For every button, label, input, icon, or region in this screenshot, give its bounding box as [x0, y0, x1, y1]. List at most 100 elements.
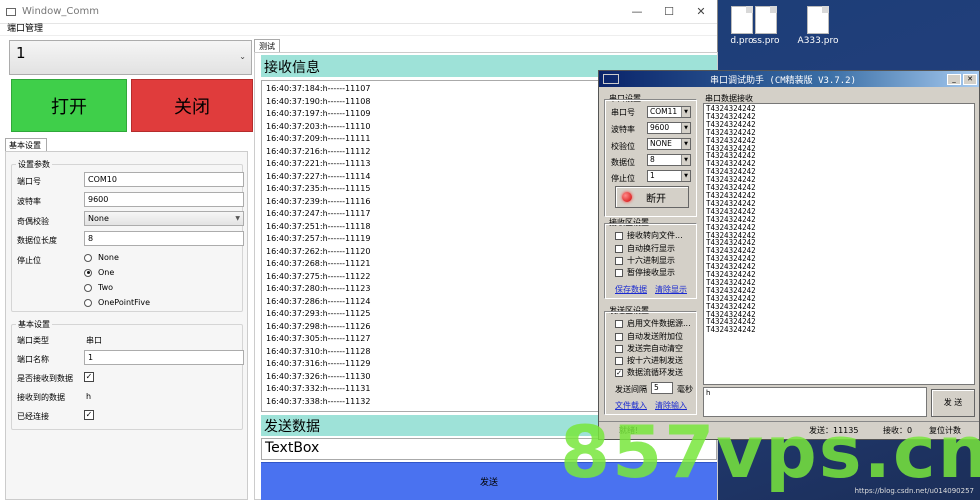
clear-display-link[interactable]: 清除显示 [655, 284, 687, 295]
stopbit-radio-one[interactable]: One [84, 268, 114, 277]
tx-option-checkbox[interactable]: 发送完自动清空 [615, 343, 683, 354]
close-icon[interactable]: ✕ [963, 73, 977, 85]
recvflag-label: 是否接收到数据 [17, 374, 73, 383]
checkbox-box [615, 244, 623, 253]
checkbox-label: 接收转向文件... [627, 231, 683, 240]
checkbox-box [615, 332, 623, 341]
disconnect-label: 断开 [646, 193, 666, 205]
stopbit-radio-onepointfive[interactable]: OnePointFive [84, 298, 150, 307]
stopbit-radio-two[interactable]: Two [84, 283, 113, 292]
params-group-title: 设置参数 [16, 159, 52, 170]
title-bar: Window_Comm — ☐ ✕ [0, 0, 717, 24]
port-select[interactable]: COM11 ▼ [647, 106, 691, 118]
tx-option-checkbox-loop[interactable]: ✓ 数据流循环发送 [615, 367, 683, 378]
stopbits-select[interactable]: 1 ▼ [647, 170, 691, 182]
databits-value: 8 [650, 155, 655, 164]
checkbox-label: 十六进制显示 [627, 256, 675, 265]
recvdata-value: h [86, 392, 92, 401]
close-button[interactable]: 关闭 [131, 79, 253, 132]
checkbox-box [615, 256, 623, 265]
assistant-receive-line: T4324324242 [706, 325, 756, 335]
menu-bar: 端口管理 [0, 24, 717, 36]
checkbox-label: 数据流循环发送 [627, 368, 683, 377]
desktop-file-label: A333.pro [797, 36, 839, 46]
parity-label: 奇偶校验 [17, 217, 49, 226]
assistant-receive-area[interactable]: T4324324242 T4324324242 T4324324242 T432432… [703, 103, 975, 385]
menu-port-management[interactable]: 端口管理 [7, 24, 43, 34]
parity-select[interactable]: NONE ▼ [647, 138, 691, 150]
parity-select[interactable]: None ▼ [84, 211, 244, 226]
dropdown-arrow-icon: ▼ [681, 123, 690, 133]
port-field[interactable]: COM10 [84, 172, 244, 187]
rx-option-checkbox[interactable]: 接收转向文件... [615, 230, 683, 241]
port-select[interactable]: 1 ⌄ [9, 40, 252, 75]
rx-option-checkbox[interactable]: 十六进制显示 [615, 255, 675, 266]
databits-field[interactable]: 8 [84, 231, 244, 246]
assistant-title-bar: 串口调试助手 (CM精装版 V3.7.2) _ ✕ [599, 71, 979, 87]
save-data-link[interactable]: 保存数据 [615, 284, 647, 295]
baud-value: 9600 [650, 123, 670, 132]
checkbox-box [615, 344, 623, 353]
desktop-file-icon[interactable]: ss.pro [736, 6, 796, 46]
checkbox-label: 暂停接收显示 [627, 268, 675, 277]
file-icon [755, 6, 777, 34]
radio-circle [84, 253, 92, 262]
parity-value: None [88, 214, 109, 223]
rx-settings-group: 接收转向文件... 自动换行显示 十六进制显示 暂停接收显示 保存数据 清除显示 [604, 223, 697, 299]
databits-label: 数据位 [611, 158, 635, 167]
close-window-button[interactable]: ✕ [685, 5, 717, 18]
chevron-down-icon: ▼ [235, 215, 240, 222]
checkbox-label: 按十六进制发送 [627, 356, 683, 365]
radio-circle [84, 298, 92, 307]
desktop-file-icon[interactable]: A333.pro [788, 6, 848, 46]
tx-settings-group: 启用文件数据源... 自动发送附加位 发送完自动清空 按十六进制发送 ✓ 数据流循… [604, 311, 697, 415]
maximize-button[interactable]: ☐ [653, 5, 685, 18]
connected-checkbox[interactable]: ✓ [84, 410, 94, 420]
rx-option-checkbox[interactable]: 暂停接收显示 [615, 267, 675, 278]
port-select-value: 1 [16, 44, 26, 62]
stopbits-value: 1 [650, 171, 655, 180]
open-button[interactable]: 打开 [11, 79, 127, 132]
checkbox-box [615, 319, 623, 328]
disconnect-button[interactable]: 断开 [615, 186, 689, 208]
radio-circle [84, 268, 92, 277]
minimize-icon[interactable]: _ [947, 73, 961, 85]
tx-option-checkbox[interactable]: 自动发送附加位 [615, 331, 683, 342]
interval-label: 发送间隔 [615, 385, 647, 394]
status-led-icon [622, 192, 632, 202]
stopbits-label: 停止位 [611, 174, 635, 183]
params-group: 设置参数 端口号 COM10 波特率 9600 奇偶校验 None ▼ 数据位长… [11, 159, 244, 312]
watermark-logo: 857vps.cn [560, 410, 980, 494]
dropdown-arrow-icon: ▼ [681, 155, 690, 165]
radio-label: OnePointFive [98, 298, 151, 307]
parity-value: NONE [650, 139, 672, 148]
portname-field[interactable]: 1 [84, 350, 244, 365]
tab-test[interactable]: 测试 [254, 39, 280, 53]
checkbox-label: 自动换行显示 [627, 244, 675, 253]
porttype-label: 端口类型 [17, 336, 49, 345]
port-label: 端口号 [17, 177, 41, 186]
rx-option-checkbox[interactable]: 自动换行显示 [615, 243, 675, 254]
minimize-button[interactable]: — [621, 5, 653, 18]
recvflag-checkbox[interactable]: ✓ [84, 372, 94, 382]
file-icon [807, 6, 829, 34]
checkbox-box: ✓ [615, 368, 623, 377]
tx-option-checkbox[interactable]: 按十六进制发送 [615, 355, 683, 366]
app-icon [603, 74, 619, 84]
tab-basic-settings[interactable]: 基本设置 [5, 138, 47, 152]
radio-label: One [98, 268, 115, 277]
interval-input[interactable]: 5 [651, 382, 673, 394]
checkbox-box [615, 356, 623, 365]
basic-group: 基本设置 端口类型 串口 端口名称 1 是否接收到数据 ✓ 接收到的数据 h 已… [11, 319, 244, 430]
assistant-title: 串口调试助手 (CM精装版 V3.7.2) [709, 75, 857, 86]
parity-label: 校验位 [611, 142, 635, 151]
basic-group-title: 基本设置 [16, 319, 52, 330]
tx-option-checkbox[interactable]: 启用文件数据源... [615, 318, 691, 329]
window-title: Window_Comm [22, 6, 100, 17]
baud-select[interactable]: 9600 ▼ [647, 122, 691, 134]
radio-label: None [98, 253, 119, 262]
baud-field[interactable]: 9600 [84, 192, 244, 207]
databits-select[interactable]: 8 ▼ [647, 154, 691, 166]
checkbox-label: 启用文件数据源... [627, 319, 691, 328]
stopbit-radio-none[interactable]: None [84, 253, 119, 262]
